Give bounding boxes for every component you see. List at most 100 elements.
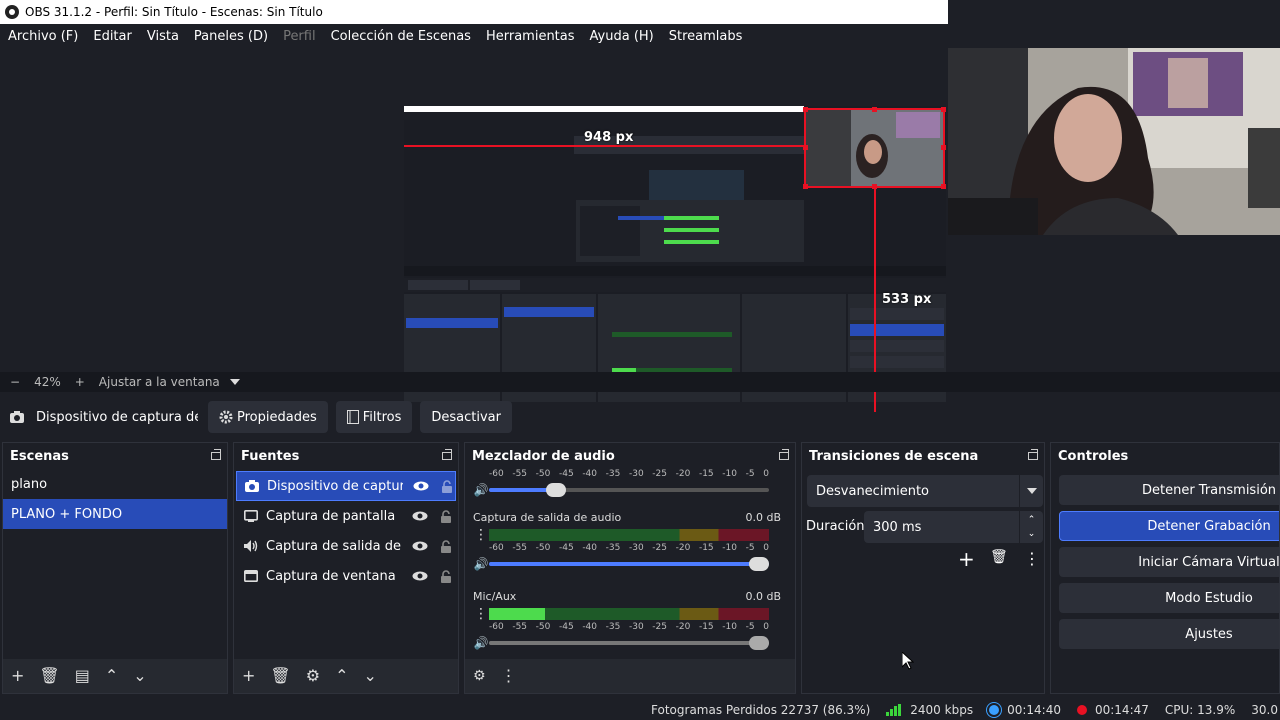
move-up-icon[interactable]: ⌃ [335, 668, 348, 684]
mixer-channel-audio-output: Captura de salida de audio 0.0 dB ⋮ -60-… [473, 511, 781, 573]
source-item-audio-output-capture[interactable]: Captura de salida de au [236, 531, 456, 561]
speaker-icon[interactable]: 🔊 [473, 557, 489, 571]
recording-time-value: 00:14:47 [1094, 703, 1149, 717]
kebab-menu-icon[interactable]: ⋮ [1024, 549, 1040, 568]
preview-canvas[interactable]: 948 px 533 px [404, 106, 946, 412]
lock-icon[interactable] [438, 539, 454, 553]
zoom-in-button[interactable]: + [75, 375, 85, 389]
float-icon[interactable] [779, 449, 789, 460]
lock-icon[interactable] [438, 509, 454, 523]
source-item-window-capture[interactable]: Captura de ventana [236, 561, 456, 591]
menu-archivo[interactable]: Archivo (F) [8, 29, 78, 44]
move-down-icon[interactable]: ⌄ [133, 668, 146, 684]
deactivate-button[interactable]: Desactivar [420, 401, 512, 433]
transitions-dock-title: Transiciones de escena [802, 443, 1044, 469]
cpu-usage: CPU: 13.9% [1164, 703, 1236, 717]
window-title: OBS 31.1.2 - Perfil: Sin Título - Escena… [25, 5, 323, 19]
scene-item-plano[interactable]: plano [3, 469, 227, 499]
menu-herramientas[interactable]: Herramientas [486, 29, 575, 44]
menu-coleccion-escenas[interactable]: Colección de Escenas [331, 29, 471, 44]
fps-value: 30.0 [1251, 703, 1278, 717]
volume-slider[interactable] [489, 557, 769, 571]
scene-item-plano-fondo[interactable]: PLANO + FONDO [3, 499, 227, 529]
controls-body: Detener Transmisión Detener Grabación In… [1051, 469, 1279, 693]
studio-mode-button[interactable]: Modo Estudio [1059, 583, 1279, 613]
dropped-frames: Fotogramas Perdidos 22737 (86.3%) [651, 703, 871, 717]
float-icon[interactable] [1028, 449, 1038, 460]
move-up-icon[interactable]: ⌃ [105, 668, 118, 684]
zoom-value: 42% [34, 375, 61, 389]
add-transition-icon[interactable]: + [958, 547, 975, 571]
trash-icon[interactable]: 🗑 [270, 668, 290, 684]
menu-paneles[interactable]: Paneles (D) [194, 29, 268, 44]
filters-button[interactable]: Filtros [335, 401, 413, 433]
zoom-fit-select[interactable]: Ajustar a la ventana [99, 375, 220, 389]
spin-arrows-icon[interactable]: ⌃ ⌄ [1019, 511, 1043, 543]
stop-streaming-button[interactable]: Detener Transmisión [1059, 475, 1279, 505]
mixer-toolbar: ⚙ ⋮ [465, 659, 795, 693]
add-icon[interactable]: + [242, 668, 255, 684]
status-bar: Fotogramas Perdidos 22737 (86.3%) 2400 k… [0, 700, 1280, 720]
gear-icon[interactable]: ⚙ [306, 668, 320, 684]
speaker-icon[interactable]: 🔊 [473, 483, 489, 497]
zoom-out-button[interactable]: − [10, 375, 20, 389]
move-down-icon[interactable]: ⌄ [363, 668, 376, 684]
source-label: Dispositivo de captura [267, 478, 403, 494]
eye-icon[interactable] [412, 509, 428, 523]
source-item-capture-device[interactable]: Dispositivo de captura [236, 471, 456, 501]
duration-label: Duración [806, 519, 865, 534]
sources-toolbar: + 🗑 ⚙ ⌃ ⌄ [234, 659, 458, 693]
lock-icon[interactable] [438, 569, 454, 583]
meter-scale: -60 -55 -50 -45 -40 -35 -30 -25 -20 -15 -10 -5 0 [489, 543, 769, 553]
properties-label: Propiedades [237, 409, 317, 425]
lock-icon[interactable] [439, 479, 455, 493]
transition-type-select[interactable]: Desvanecimiento [807, 475, 1043, 507]
menu-bar: Archivo (F) Editar Vista Paneles (D) Per… [0, 24, 948, 48]
properties-button[interactable]: Propiedades [208, 401, 328, 433]
stream-time-value: 00:14:40 [1007, 703, 1061, 717]
eye-icon[interactable] [412, 569, 428, 583]
volume-slider[interactable] [489, 636, 769, 650]
source-label: Captura de salida de au [266, 538, 402, 554]
window-icon [243, 570, 259, 582]
controls-title: Controles [1058, 448, 1129, 464]
channel-name: Captura de salida de audio [473, 511, 622, 524]
chevron-down-icon[interactable] [1019, 475, 1043, 507]
sources-dock-title: Fuentes [234, 443, 458, 469]
measure-label-top: 948 px [584, 130, 634, 145]
volume-slider[interactable] [489, 483, 769, 497]
stop-recording-button[interactable]: Detener Grabación [1059, 511, 1279, 541]
sources-title: Fuentes [241, 448, 300, 464]
preview-area[interactable]: 948 px 533 px [0, 48, 1280, 412]
duration-spinbox[interactable]: 300 ms ⌃ ⌄ [864, 511, 1043, 543]
broadcast-icon [989, 705, 1000, 715]
transitions-title: Transiciones de escena [809, 448, 979, 464]
source-item-screen-capture[interactable]: Captura de pantalla [236, 501, 456, 531]
float-icon[interactable] [442, 449, 452, 460]
kebab-menu-icon[interactable]: ⋮ [501, 668, 517, 684]
bitrate-value: 2400 kbps [910, 703, 974, 717]
kebab-menu-icon[interactable]: ⋮ [473, 607, 489, 621]
zoom-bar: − 42% + Ajustar a la ventana [0, 372, 1280, 392]
speaker-icon [243, 540, 259, 552]
menu-editar[interactable]: Editar [93, 29, 132, 44]
menu-perfil[interactable]: Perfil [283, 29, 316, 44]
settings-button[interactable]: Ajustes [1059, 619, 1279, 649]
speaker-icon[interactable]: 🔊 [473, 636, 489, 650]
chevron-down-icon[interactable] [229, 379, 240, 385]
eye-icon[interactable] [412, 539, 428, 553]
trash-icon[interactable]: 🗑 [990, 549, 1008, 565]
menu-vista[interactable]: Vista [147, 29, 179, 44]
advanced-audio-gear-icon[interactable]: ⚙ [473, 669, 486, 683]
source-toolbar: Dispositivo de captura de v Propiedades … [0, 398, 1280, 436]
kebab-menu-icon[interactable]: ⋮ [473, 528, 489, 542]
scene-filter-icon[interactable]: ▤ [75, 668, 90, 684]
menu-ayuda[interactable]: Ayuda (H) [590, 29, 654, 44]
start-virtual-camera-button[interactable]: Iniciar Cámara Virtual [1059, 547, 1279, 577]
float-icon[interactable] [211, 449, 221, 460]
trash-icon[interactable]: 🗑 [39, 668, 59, 684]
channel-name: Mic/Aux [473, 590, 517, 603]
menu-streamlabs[interactable]: Streamlabs [669, 29, 743, 44]
eye-icon[interactable] [413, 479, 429, 493]
add-icon[interactable]: + [11, 668, 24, 684]
